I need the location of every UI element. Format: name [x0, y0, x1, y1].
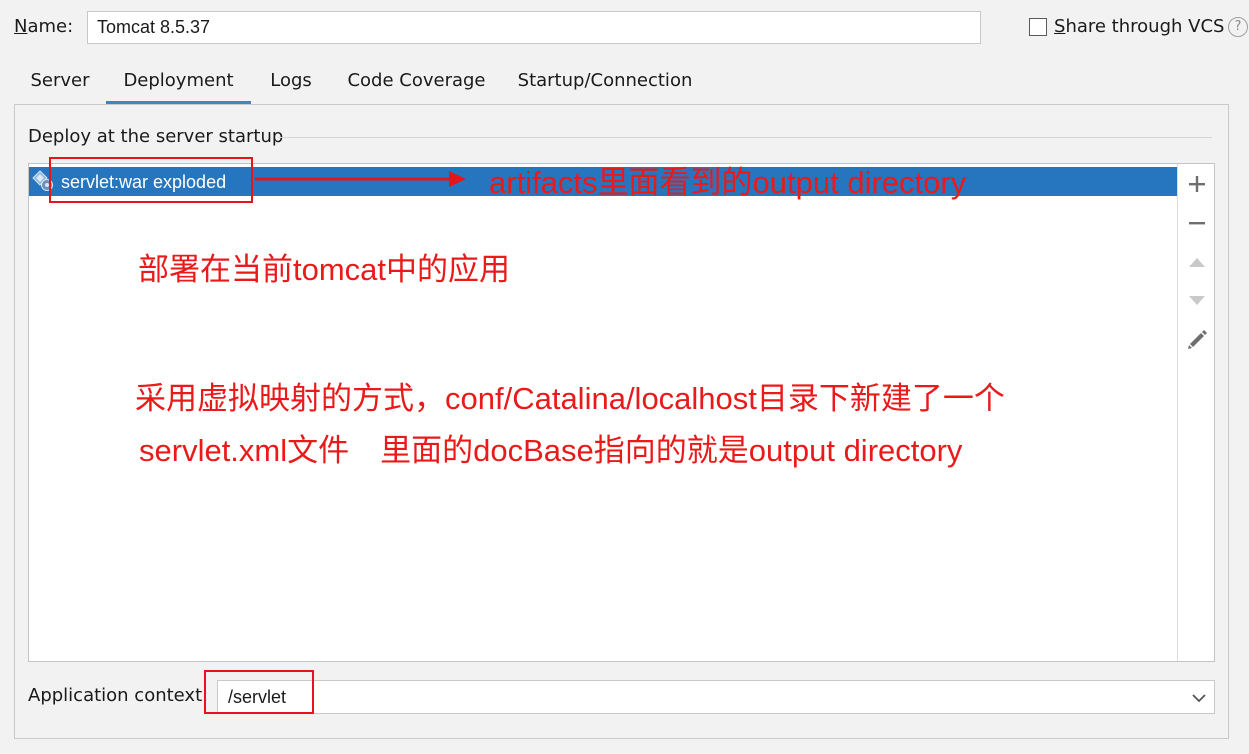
plus-icon — [1189, 176, 1205, 192]
tab-server[interactable]: Server — [20, 64, 100, 105]
section-divider — [278, 137, 1212, 138]
add-button[interactable] — [1182, 169, 1212, 199]
annotation-artifacts-note: artifacts里面看到的output directory — [489, 165, 967, 200]
move-up-button[interactable] — [1182, 247, 1212, 277]
share-vcs-label[interactable]: Share through VCS — [1054, 14, 1224, 40]
down-triangle-icon — [1189, 296, 1205, 305]
tab-deployment[interactable]: Deployment — [106, 64, 251, 105]
move-down-button[interactable] — [1182, 285, 1212, 315]
annotation-virtual-note-line2: servlet.xml文件 里面的docBase指向的就是output dire… — [139, 433, 963, 468]
name-label: Name: — [14, 14, 73, 40]
application-context-input[interactable]: /servlet — [217, 680, 1215, 714]
tab-logs[interactable]: Logs — [260, 64, 322, 105]
tab-startup-connection[interactable]: Startup/Connection — [509, 64, 701, 105]
tab-code-coverage[interactable]: Code Coverage — [338, 64, 495, 105]
up-triangle-icon — [1189, 258, 1205, 267]
annotation-virtual-note-line1: 采用虚拟映射的方式，conf/Catalina/localhost目录下新建了一… — [135, 381, 1005, 416]
name-label-mnemonic: N — [14, 16, 28, 37]
annotation-deploy-note: 部署在当前tomcat中的应用 — [138, 252, 511, 287]
share-vcs-checkbox[interactable] — [1029, 18, 1047, 36]
edit-button[interactable] — [1182, 324, 1212, 354]
share-label-mnemonic: S — [1054, 16, 1066, 37]
remove-button[interactable] — [1182, 208, 1212, 238]
minus-icon — [1189, 222, 1205, 225]
pencil-icon — [1188, 330, 1207, 349]
annotation-box-context — [204, 670, 314, 714]
application-context-label: Application context: — [28, 685, 209, 706]
chevron-down-icon[interactable] — [1188, 688, 1210, 708]
name-input[interactable]: Tomcat 8.5.37 — [87, 11, 981, 44]
annotation-box-artifact — [49, 157, 253, 203]
section-title: Deploy at the server startup — [28, 126, 284, 147]
annotation-arrow — [255, 171, 466, 187]
share-label-rest: hare through VCS — [1065, 16, 1225, 37]
help-icon[interactable]: ? — [1228, 17, 1248, 37]
name-label-rest: ame: — [27, 16, 74, 37]
toolbar-divider — [1177, 164, 1178, 661]
